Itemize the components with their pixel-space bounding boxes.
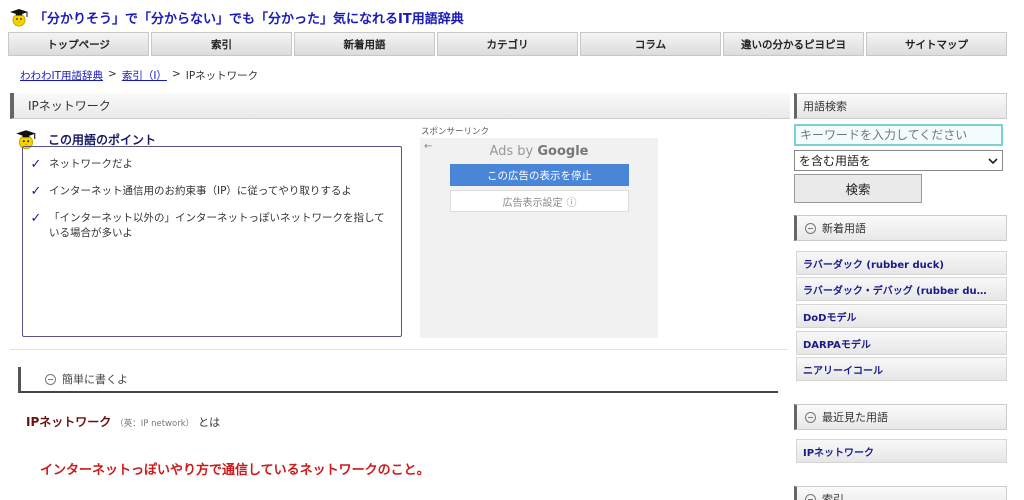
point-box: ✓ ネットワークだよ ✓ インターネット通信用のお約束事（IP）に従ってやり取り… bbox=[22, 146, 402, 337]
point-item-text: インターネット通信用のお約束事（IP）に従ってやり取りするよ bbox=[49, 185, 352, 197]
term-name: IPネットワーク bbox=[26, 415, 112, 429]
new-term-link[interactable]: ラバーダック (rubber duck) bbox=[796, 251, 1007, 275]
sponsor-label: スポンサーリンク bbox=[421, 127, 490, 137]
ad-box: ← Ads by Google この広告の表示を停止 広告表示設定 ⓘ bbox=[420, 138, 658, 338]
site-header: 「分かりそう」で「分からない」でも「分かった」気になれるIT用語辞典 bbox=[8, 6, 464, 28]
nav-item-top[interactable]: トップページ bbox=[8, 32, 149, 56]
google-text: Google bbox=[537, 144, 589, 159]
collapse-icon bbox=[805, 222, 816, 234]
check-icon: ✓ bbox=[30, 184, 42, 199]
nav-item-index[interactable]: 索引 bbox=[151, 32, 292, 56]
index-heading-text: 索引 bbox=[822, 493, 844, 500]
new-term-link[interactable]: DoDモデル bbox=[796, 304, 1007, 328]
term-toha: とは bbox=[198, 416, 221, 429]
nav-item-category[interactable]: カテゴリ bbox=[437, 32, 578, 56]
point-item: ✓ 「インターネット以外の」インターネットっぽいネットワークを指している場合が多… bbox=[29, 211, 391, 241]
ads-by-text: Ads by bbox=[489, 144, 534, 159]
simple-section-toggle[interactable]: 簡単に書くよ bbox=[18, 367, 778, 393]
new-term-link[interactable]: DARPAモデル bbox=[796, 331, 1007, 355]
ad-stop-button[interactable]: この広告の表示を停止 bbox=[450, 164, 629, 186]
global-nav: トップページ 索引 新着用語 カテゴリ コラム 違いの分かるピヨピヨ サイトマッ… bbox=[8, 32, 1007, 56]
simple-section-label: 簡単に書くよ bbox=[62, 373, 128, 386]
search-mode-value: を含む用語を bbox=[799, 154, 872, 168]
point-title: この用語のポイント bbox=[48, 132, 157, 147]
graduation-chick-logo-icon[interactable] bbox=[8, 7, 30, 27]
sidebar: 用語検索 bbox=[794, 93, 1007, 119]
new-terms-heading-text: 新着用語 bbox=[822, 222, 866, 235]
index-heading[interactable]: 索引 bbox=[794, 486, 1007, 500]
collapse-icon bbox=[805, 411, 816, 423]
check-icon: ✓ bbox=[30, 211, 42, 226]
chevron-down-icon bbox=[988, 154, 998, 168]
definition-text: インターネットっぽいやり方で通信しているネットワークのこと。 bbox=[40, 463, 430, 478]
site-title[interactable]: 「分かりそう」で「分からない」でも「分かった」気になれるIT用語辞典 bbox=[34, 8, 464, 27]
recent-terms-heading-text: 最近見た用語 bbox=[822, 411, 888, 424]
recent-term-link[interactable]: IPネットワーク bbox=[796, 439, 1007, 463]
search-heading-text: 用語検索 bbox=[803, 100, 847, 113]
nav-item-new-terms[interactable]: 新着用語 bbox=[294, 32, 435, 56]
new-terms-heading[interactable]: 新着用語 bbox=[794, 215, 1007, 241]
collapse-icon bbox=[805, 493, 816, 500]
new-term-link[interactable]: ニアリーイコール bbox=[796, 357, 1007, 381]
collapse-icon bbox=[45, 373, 56, 385]
ads-by-google: Ads by Google bbox=[420, 144, 658, 159]
recent-terms-heading[interactable]: 最近見た用語 bbox=[794, 404, 1007, 430]
nav-item-sitemap[interactable]: サイトマップ bbox=[866, 32, 1007, 56]
ad-settings-button[interactable]: 広告表示設定 ⓘ bbox=[450, 190, 629, 212]
search-input[interactable] bbox=[794, 124, 1003, 146]
search-mode-select[interactable]: を含む用語を bbox=[794, 150, 1003, 171]
new-term-link[interactable]: ラバーダック・デバッグ (rubber du… bbox=[796, 277, 1007, 301]
search-heading: 用語検索 bbox=[794, 93, 1007, 119]
page-title: IPネットワーク bbox=[10, 93, 790, 119]
term-line: IPネットワーク （英：IP network） とは bbox=[26, 413, 220, 430]
breadcrumb: わわわIT用語辞典 > 索引（I） > IPネットワーク bbox=[20, 68, 258, 83]
search-button[interactable]: 検索 bbox=[794, 174, 922, 203]
point-item: ✓ インターネット通信用のお約束事（IP）に従ってやり取りするよ bbox=[29, 184, 391, 199]
check-icon: ✓ bbox=[30, 157, 42, 172]
breadcrumb-separator: > bbox=[108, 68, 117, 80]
breadcrumb-current: IPネットワーク bbox=[185, 70, 259, 82]
breadcrumb-separator: > bbox=[171, 68, 181, 80]
nav-item-piyopiyo[interactable]: 違いの分かるピヨピヨ bbox=[723, 32, 864, 56]
divider bbox=[10, 349, 788, 350]
ad-settings-label: 広告表示設定 bbox=[502, 197, 563, 209]
info-icon: ⓘ bbox=[566, 197, 577, 209]
term-english: （英：IP network） bbox=[115, 419, 195, 429]
point-item: ✓ ネットワークだよ bbox=[29, 157, 391, 172]
point-item-text: 「インターネット以外の」インターネットっぽいネットワークを指している場合が多いよ bbox=[49, 212, 385, 239]
breadcrumb-home-link[interactable]: わわわIT用語辞典 bbox=[20, 68, 103, 83]
nav-item-column[interactable]: コラム bbox=[580, 32, 721, 56]
breadcrumb-index-link[interactable]: 索引（I） bbox=[122, 68, 167, 83]
point-item-text: ネットワークだよ bbox=[49, 158, 133, 170]
page-title-text: IPネットワーク bbox=[28, 99, 111, 113]
